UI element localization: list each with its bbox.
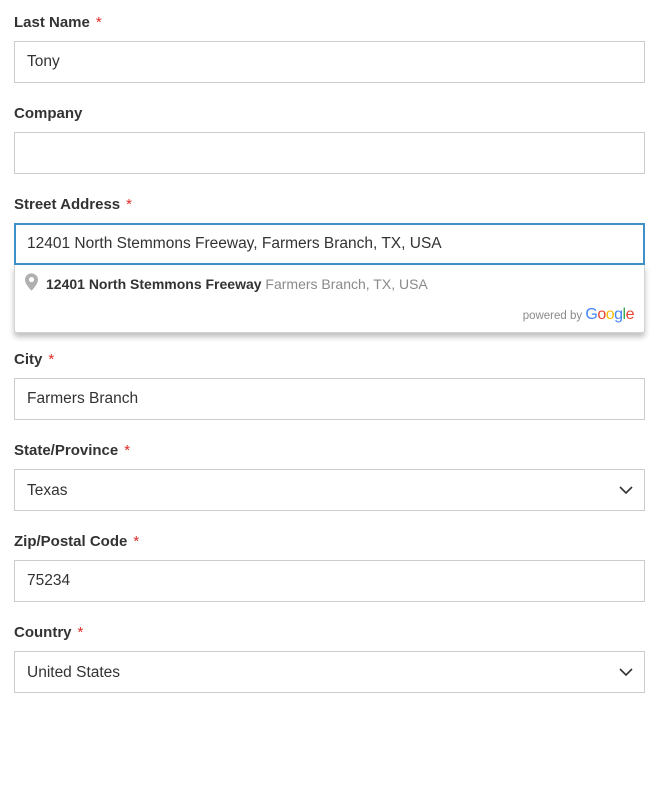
label-text: Last Name — [14, 14, 90, 31]
label-text: Zip/Postal Code — [14, 533, 127, 550]
field-zip: Zip/Postal Code * — [14, 533, 645, 602]
country-select-wrap: United States — [14, 651, 645, 693]
company-label: Company — [14, 105, 645, 122]
google-logo-icon: Google — [585, 306, 634, 323]
suggestion-secondary: Farmers Branch, TX, USA — [265, 276, 427, 292]
field-country: Country * United States — [14, 624, 645, 693]
state-select-wrap: Texas — [14, 469, 645, 511]
street-label: Street Address * — [14, 196, 645, 213]
field-state: State/Province * Texas — [14, 442, 645, 511]
zip-label: Zip/Postal Code * — [14, 533, 645, 550]
powered-by-text: powered by — [523, 310, 582, 322]
label-text: State/Province — [14, 442, 118, 459]
autocomplete-dropdown: 12401 North Stemmons Freeway Farmers Bra… — [14, 265, 645, 333]
country-label: Country * — [14, 624, 645, 641]
company-input[interactable] — [14, 132, 645, 174]
required-asterisk: * — [78, 624, 84, 641]
required-asterisk: * — [124, 442, 130, 459]
city-label: City * — [14, 351, 645, 368]
label-text: City — [14, 351, 42, 368]
country-select[interactable]: United States — [14, 651, 645, 693]
autocomplete-footer: powered by Google — [15, 302, 644, 332]
label-text: Company — [14, 105, 82, 122]
zip-input[interactable] — [14, 560, 645, 602]
label-text: Country — [14, 624, 72, 641]
state-label: State/Province * — [14, 442, 645, 459]
suggestion-main: 12401 North Stemmons Freeway — [46, 276, 262, 292]
field-last-name: Last Name * — [14, 14, 645, 83]
required-asterisk: * — [126, 196, 132, 213]
map-pin-icon — [25, 273, 38, 294]
autocomplete-suggestion[interactable]: 12401 North Stemmons Freeway Farmers Bra… — [15, 265, 644, 302]
suggestion-text: 12401 North Stemmons Freeway Farmers Bra… — [46, 276, 428, 292]
street-input[interactable] — [14, 223, 645, 265]
required-asterisk: * — [48, 351, 54, 368]
required-asterisk: * — [133, 533, 139, 550]
city-input[interactable] — [14, 378, 645, 420]
field-city: City * — [14, 351, 645, 420]
required-asterisk: * — [96, 14, 102, 31]
state-select[interactable]: Texas — [14, 469, 645, 511]
label-text: Street Address — [14, 196, 120, 213]
field-street: Street Address* 12401 North Stemmons Fre… — [14, 196, 645, 265]
field-company: Company — [14, 105, 645, 174]
last-name-label: Last Name * — [14, 14, 645, 31]
last-name-input[interactable] — [14, 41, 645, 83]
